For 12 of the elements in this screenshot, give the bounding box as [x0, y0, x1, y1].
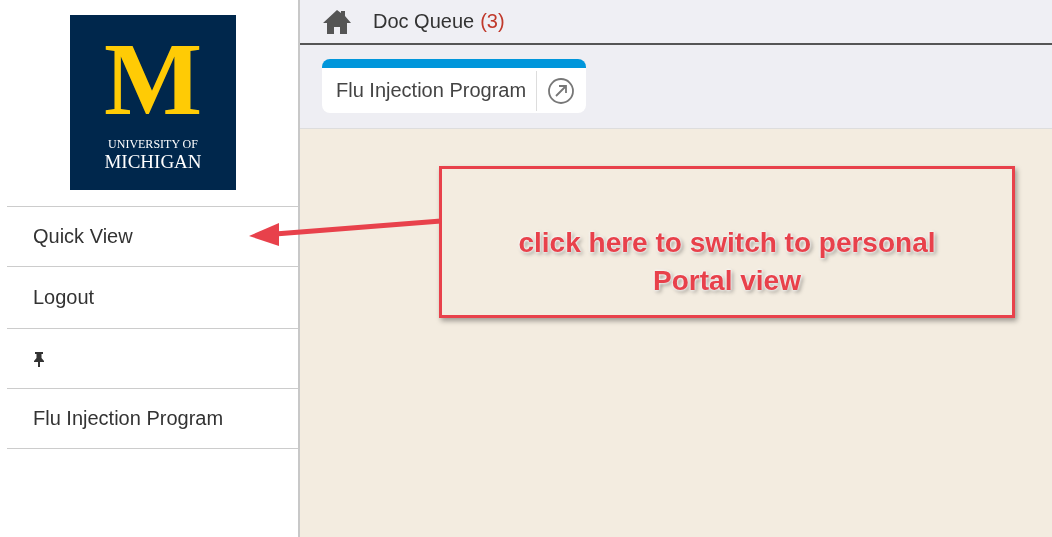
- home-icon[interactable]: [322, 8, 352, 35]
- queue-count: (3): [480, 10, 505, 33]
- annotation-text: click here to switch to personal Portal view: [517, 226, 937, 298]
- logo-text: MICHIGAN: [104, 152, 202, 172]
- open-external-icon[interactable]: [546, 75, 577, 106]
- sidebar-item[interactable]: Flu Injection Program: [7, 389, 298, 449]
- logo-text: UNIVERSITY OF: [108, 137, 198, 152]
- program-tab[interactable]: Flu Injection Program: [322, 59, 587, 113]
- logo-letter: M: [103, 27, 203, 131]
- sidebar-item[interactable]: Logout: [7, 267, 298, 329]
- page-title: Doc Queue: [373, 10, 475, 33]
- pin-icon: [33, 350, 45, 367]
